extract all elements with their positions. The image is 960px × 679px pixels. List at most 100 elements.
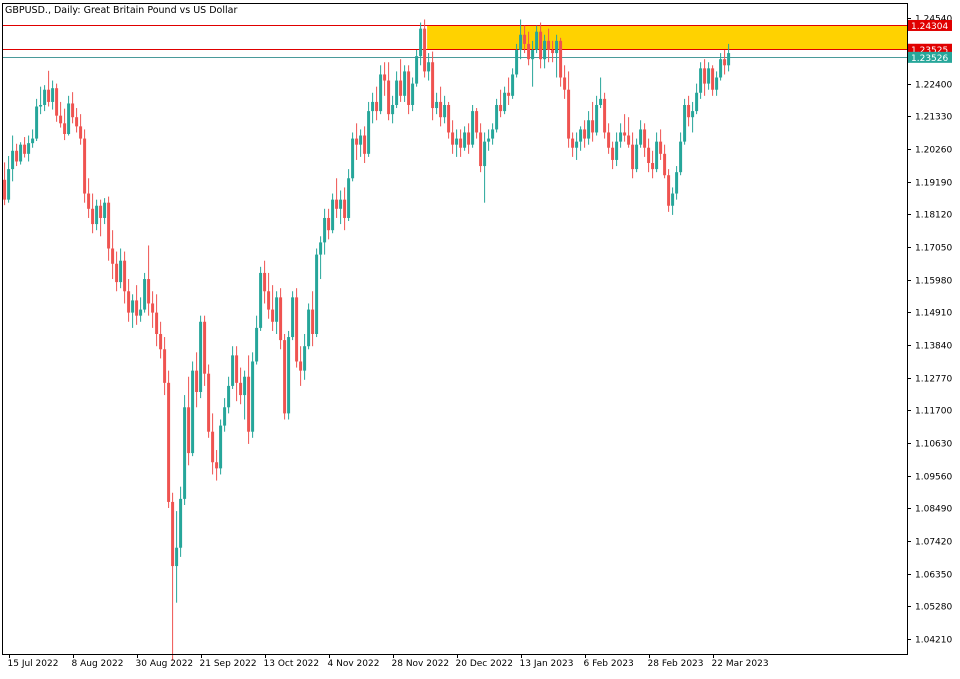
candle	[183, 395, 187, 505]
candle	[31, 129, 35, 148]
candle-body	[27, 143, 31, 154]
y-tick-label: 1.15980	[915, 277, 952, 287]
price-chart[interactable]: 1.245401.224001.213301.202601.191901.181…	[0, 0, 960, 675]
candle-body	[23, 144, 27, 154]
candle	[291, 291, 295, 341]
candle-body	[687, 104, 691, 118]
candle-body	[707, 68, 711, 84]
candle-body	[399, 80, 403, 96]
candle-body	[371, 101, 375, 112]
candle-body	[47, 89, 51, 102]
timeframe-text: Daily	[54, 5, 78, 16]
candle	[579, 126, 583, 151]
candle	[215, 450, 219, 481]
y-tick-label: 1.20260	[915, 146, 952, 156]
candle-body	[499, 104, 503, 112]
candle	[83, 129, 87, 203]
candle	[723, 50, 727, 75]
candle	[559, 37, 563, 87]
candle	[163, 337, 167, 396]
candle	[247, 355, 251, 444]
candle	[647, 138, 651, 173]
candle	[623, 114, 627, 142]
candle-body	[59, 115, 63, 124]
candle	[587, 111, 591, 145]
candle-body	[39, 104, 43, 107]
price-label-text: 1.24304	[911, 22, 948, 32]
candle	[403, 65, 407, 102]
candle	[687, 95, 691, 127]
candle-body	[63, 123, 67, 134]
supply-zone	[427, 25, 907, 50]
candle	[283, 333, 287, 420]
candle-body	[639, 129, 643, 145]
candle	[691, 101, 695, 133]
candle	[363, 126, 367, 164]
candle	[391, 95, 395, 124]
chart-window[interactable]: 1.24540 1.22400 1.21330 1.20260 1.19190 1.181…	[0, 0, 960, 675]
y-tick-label: 1.08490	[915, 505, 952, 515]
candle	[603, 92, 607, 139]
candle	[415, 50, 419, 87]
y-tick-label: 1.05280	[915, 603, 952, 613]
candle-body	[471, 111, 475, 145]
candle-body	[367, 111, 371, 154]
candle	[175, 511, 179, 603]
x-tick-label: 6 Feb 2023	[584, 659, 634, 669]
candle-body	[223, 407, 227, 426]
candle-body	[315, 254, 319, 334]
candle-body	[339, 199, 343, 209]
candle	[199, 315, 203, 399]
candle	[3, 162, 7, 206]
candle	[43, 85, 47, 112]
candle	[203, 315, 207, 386]
candle-body	[107, 202, 111, 249]
y-tick-label: 1.13840	[915, 342, 952, 352]
candle	[643, 123, 647, 157]
candle	[323, 208, 327, 255]
candle	[15, 143, 19, 167]
candle-body	[271, 309, 275, 322]
candle	[627, 117, 631, 148]
price-labels-layer: 1.243041.235251.23526	[908, 19, 952, 64]
candle-body	[275, 297, 279, 322]
candle-body	[19, 144, 23, 162]
candle-body	[395, 80, 399, 105]
candle-body	[683, 104, 687, 142]
candle-body	[239, 382, 243, 396]
candle	[475, 108, 479, 139]
candle-body	[435, 101, 439, 109]
candle	[419, 22, 423, 66]
candle-body	[179, 498, 183, 548]
candle-body	[255, 327, 259, 362]
candle-body	[519, 34, 523, 51]
candle-body	[123, 260, 127, 292]
candle-body	[547, 40, 551, 51]
candle-body	[555, 40, 559, 54]
candle-body	[511, 74, 515, 96]
candle	[675, 166, 679, 200]
candle	[555, 34, 559, 78]
candle-body	[523, 34, 527, 44]
candle-body	[31, 138, 35, 144]
candle-body	[451, 132, 455, 145]
candle	[119, 248, 123, 289]
x-tick-label: 30 Aug 2022	[136, 659, 194, 669]
candle	[343, 187, 347, 231]
candle-body	[647, 147, 651, 164]
candle-body	[627, 135, 631, 145]
candle-body	[351, 138, 355, 179]
candle-body	[95, 205, 99, 225]
candle	[231, 346, 235, 389]
candle-body	[11, 150, 15, 170]
candle-body	[259, 272, 263, 328]
x-tick-label: 28 Feb 2023	[648, 659, 704, 669]
candle	[239, 367, 243, 405]
candle	[707, 62, 711, 90]
candle	[511, 68, 515, 99]
y-tick-label: 1.09560	[915, 473, 952, 483]
candle-body	[567, 89, 571, 139]
candle-body	[251, 361, 255, 432]
x-tick-label: 13 Oct 2022	[264, 659, 320, 669]
candle-body	[91, 208, 95, 225]
